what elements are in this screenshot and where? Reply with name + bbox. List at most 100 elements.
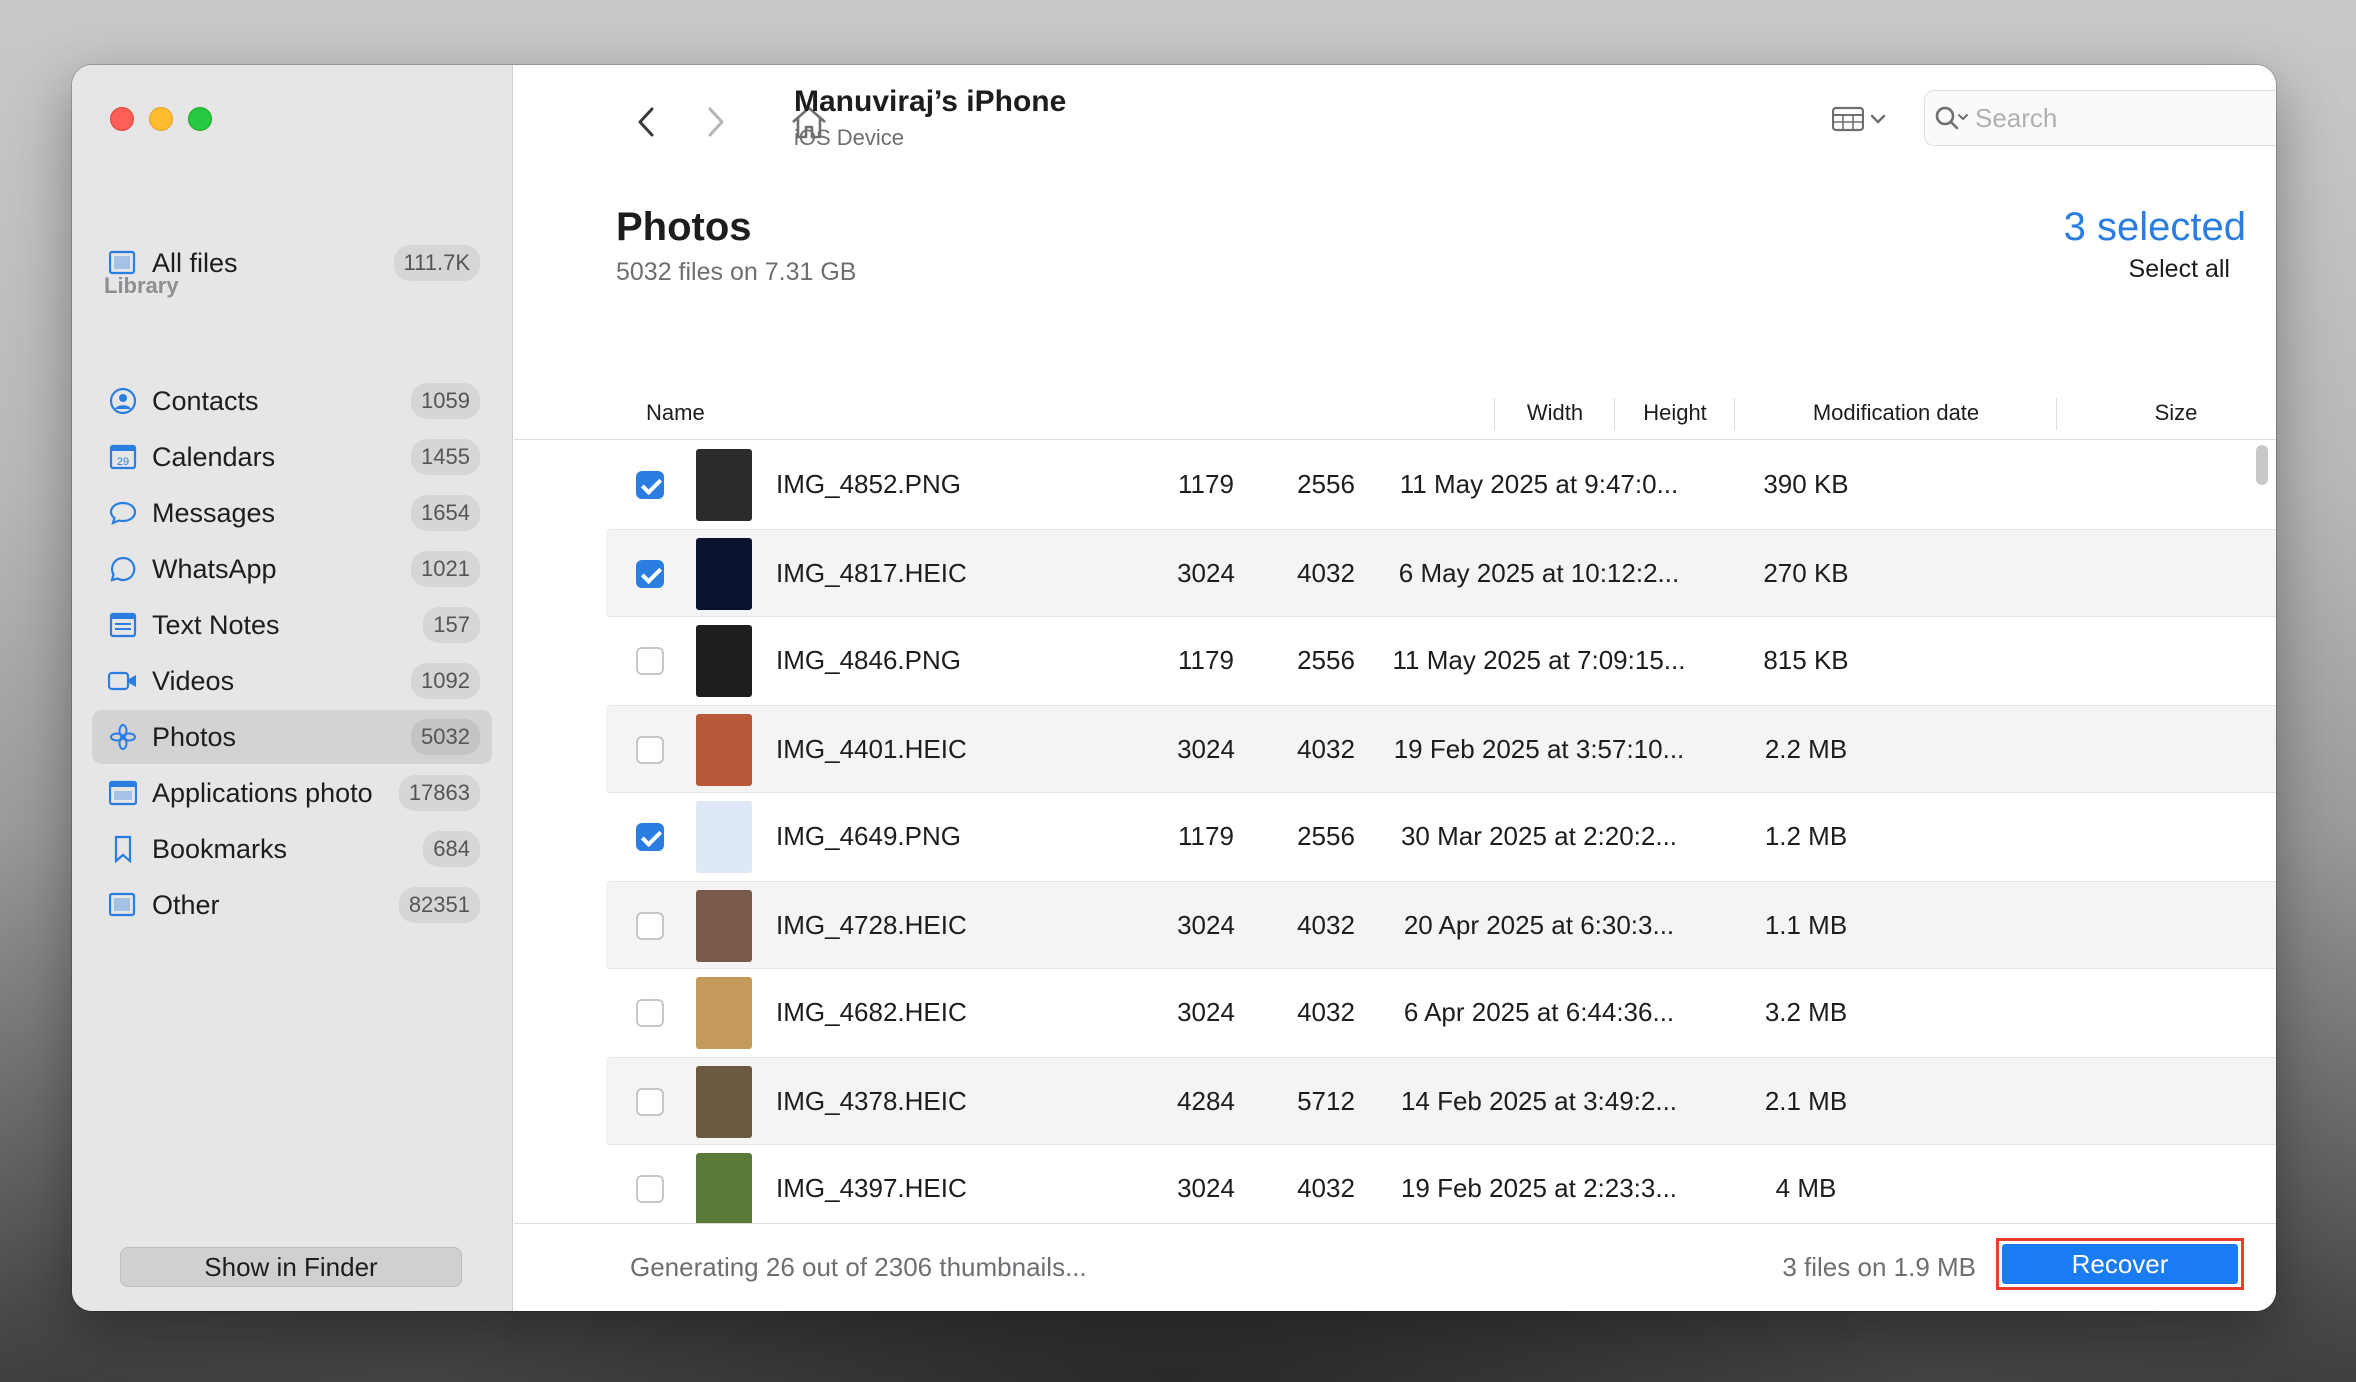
recover-button[interactable]: Recover	[2002, 1244, 2238, 1284]
file-width: 1179	[1178, 821, 1234, 851]
file-modification-date: 20 Apr 2025 at 6:30:3...	[1403, 910, 1675, 940]
sidebar-item-count: 157	[423, 607, 480, 643]
whatsapp-icon	[108, 554, 138, 584]
file-name: IMG_4846.PNG	[776, 645, 961, 675]
forward-button[interactable]	[696, 97, 736, 147]
chevron-right-icon	[708, 107, 724, 137]
contact-icon	[108, 386, 138, 416]
sidebar-item-label: Text Notes	[152, 609, 280, 640]
file-height: 4032	[1297, 997, 1355, 1027]
sidebar-item-whatsapp[interactable]: WhatsApp 1021	[92, 542, 492, 596]
file-height: 5712	[1297, 1086, 1355, 1116]
calendar-icon: 29	[108, 442, 138, 472]
column-header-width[interactable]: Width	[1496, 400, 1614, 426]
photo-thumbnail	[696, 977, 752, 1049]
file-modification-date: 6 Apr 2025 at 6:44:36...	[1403, 997, 1675, 1027]
close-window-button[interactable]	[110, 107, 134, 131]
sidebar-item-applications-photo[interactable]: Applications photo 17863	[92, 766, 492, 820]
photos-icon	[108, 722, 138, 752]
table-row[interactable]: IMG_4401.HEIC 3024 4032 19 Feb 2025 at 3:57…	[606, 705, 2276, 793]
app-window: All files 111.7K Library Contacts 1059 2…	[72, 65, 2276, 1311]
table-row[interactable]: IMG_4378.HEIC 4284 5712 14 Feb 2025 at 3:49…	[606, 1057, 2276, 1145]
file-modification-date: 11 May 2025 at 9:47:0...	[1399, 469, 1679, 499]
photo-thumbnail	[696, 1153, 752, 1225]
zoom-window-button[interactable]	[188, 107, 212, 131]
file-height: 4032	[1297, 1173, 1355, 1203]
view-mode-button[interactable]	[1832, 99, 1902, 139]
back-button[interactable]	[626, 97, 666, 147]
file-width: 3024	[1177, 997, 1235, 1027]
table-row[interactable]: IMG_4728.HEIC 3024 4032 20 Apr 2025 at 6:30…	[606, 881, 2276, 969]
footer-bar: Generating 26 out of 2306 thumbnails... …	[514, 1223, 2276, 1311]
show-in-finder-button[interactable]: Show in Finder	[120, 1247, 462, 1287]
photo-thumbnail	[696, 890, 752, 962]
file-width: 4284	[1177, 1086, 1235, 1116]
column-header-date[interactable]: Modification date	[1736, 400, 2056, 426]
file-width: 1179	[1178, 645, 1234, 675]
sidebar-section-library: Library	[104, 273, 179, 298]
page-title: Photos	[616, 205, 752, 249]
sidebar-item-videos[interactable]: Videos 1092	[92, 654, 492, 708]
sidebar-item-count: 684	[423, 831, 480, 867]
file-size: 4 MB	[1775, 1173, 1837, 1203]
table-row[interactable]: IMG_4846.PNG 1179 2556 11 May 2025 at 7:09:…	[606, 617, 2276, 705]
sidebar-item-label: Bookmarks	[152, 833, 288, 864]
sidebar-item-text-notes[interactable]: Text Notes 157	[92, 598, 492, 652]
file-width: 3024	[1177, 1173, 1235, 1203]
photo-thumbnail	[696, 449, 752, 521]
table-row[interactable]: IMG_4817.HEIC 3024 4032 6 May 2025 at 10:12…	[606, 529, 2276, 617]
search-box[interactable]	[1924, 90, 2276, 146]
scrollbar[interactable]	[2256, 445, 2268, 485]
minimize-window-button[interactable]	[149, 107, 173, 131]
selected-files-summary: 3 files on 1.9 MB	[1782, 1252, 1976, 1282]
sidebar-item-count: 111.7K	[393, 245, 480, 281]
other-icon	[108, 890, 138, 920]
sidebar-item-contacts[interactable]: Contacts 1059	[92, 374, 492, 428]
file-height: 2556	[1297, 469, 1355, 499]
sidebar-item-label: Contacts	[152, 385, 259, 416]
column-separator	[1494, 398, 1495, 430]
sidebar-item-messages[interactable]: Messages 1654	[92, 486, 492, 540]
sidebar-item-bookmarks[interactable]: Bookmarks 684	[92, 822, 492, 876]
file-size: 815 KB	[1763, 645, 1849, 675]
sidebar-item-calendars[interactable]: 29 Calendars 1455	[92, 430, 492, 484]
row-checkbox[interactable]	[636, 560, 664, 588]
page-subtitle: 5032 files on 7.31 GB	[616, 258, 857, 286]
chevron-left-icon	[638, 107, 654, 137]
column-header-height[interactable]: Height	[1616, 400, 1734, 426]
row-checkbox[interactable]	[636, 912, 664, 940]
file-name: IMG_4817.HEIC	[776, 558, 967, 588]
sidebar-item-label: Other	[152, 889, 220, 920]
photo-thumbnail	[696, 625, 752, 697]
select-all-button[interactable]: Select all	[2129, 255, 2230, 284]
table-row[interactable]: IMG_4852.PNG 1179 2556 11 May 2025 at 9:47:…	[606, 441, 2276, 529]
file-name: IMG_4397.HEIC	[776, 1173, 967, 1203]
column-header-name[interactable]: Name	[646, 400, 705, 426]
row-checkbox[interactable]	[636, 471, 664, 499]
column-header-size[interactable]: Size	[2058, 400, 2276, 426]
row-checkbox[interactable]	[636, 823, 664, 851]
row-checkbox[interactable]	[636, 1088, 664, 1116]
search-input[interactable]	[1975, 102, 2275, 134]
file-name: IMG_4649.PNG	[776, 821, 961, 851]
file-height: 4032	[1297, 558, 1355, 588]
sidebar-item-photos[interactable]: Photos 5032	[92, 710, 492, 764]
recover-button-highlight: Recover	[1996, 1238, 2244, 1290]
row-checkbox[interactable]	[636, 999, 664, 1027]
file-width: 1179	[1178, 469, 1234, 499]
sidebar: All files 111.7K Library Contacts 1059 2…	[72, 65, 513, 1311]
row-checkbox[interactable]	[636, 736, 664, 764]
device-type: iOS Device	[794, 125, 905, 150]
row-checkbox[interactable]	[636, 647, 664, 675]
message-icon	[108, 498, 138, 528]
row-checkbox[interactable]	[636, 1175, 664, 1203]
table-row[interactable]: IMG_4397.HEIC 3024 4032 19 Feb 2025 at 2:23…	[606, 1145, 2276, 1233]
sidebar-item-other[interactable]: Other 82351	[92, 878, 492, 932]
table-row[interactable]: IMG_4682.HEIC 3024 4032 6 Apr 2025 at 6:44:…	[606, 969, 2276, 1057]
file-modification-date: 30 Mar 2025 at 2:20:2...	[1400, 821, 1678, 851]
file-height: 2556	[1297, 821, 1355, 851]
file-table: IMG_4852.PNG 1179 2556 11 May 2025 at 9:47:…	[514, 441, 2276, 1286]
table-row[interactable]: IMG_4649.PNG 1179 2556 30 Mar 2025 at 2:20:…	[606, 793, 2276, 881]
photo-thumbnail	[696, 538, 752, 610]
file-size: 390 KB	[1763, 469, 1849, 499]
